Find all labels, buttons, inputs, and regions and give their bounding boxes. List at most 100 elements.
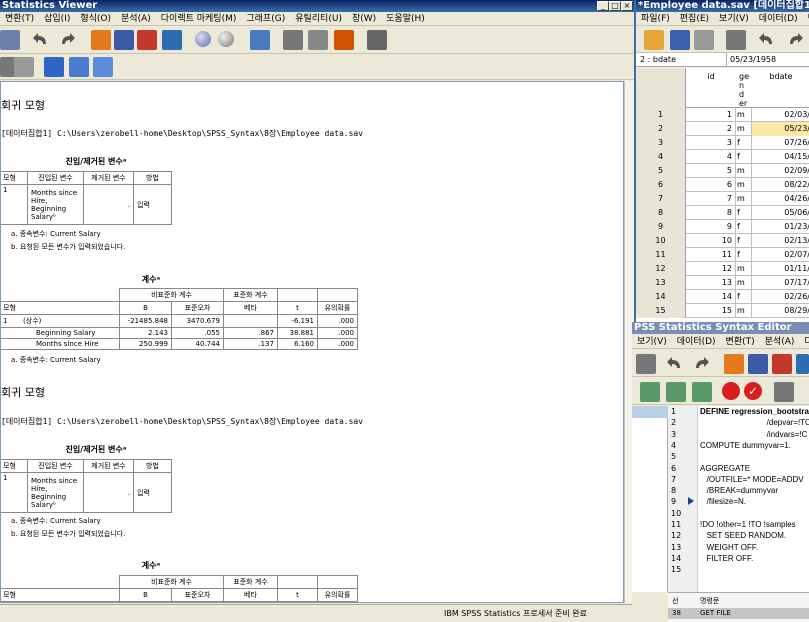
code-line[interactable]: /filesize=N.	[700, 497, 746, 506]
viewer-menu-item[interactable]: 분석(A)	[116, 14, 156, 24]
table-row[interactable]: 15 15 m 08/29/	[636, 304, 809, 318]
se-menu-item[interactable]: 다이렉트 마케팅	[799, 337, 809, 347]
cell-id[interactable]: 14	[686, 290, 736, 304]
cell-id[interactable]: 2	[686, 122, 736, 136]
cell-gender[interactable]: f	[736, 150, 752, 164]
row-number[interactable]: 8	[636, 206, 686, 220]
cell-gender[interactable]: f	[736, 136, 752, 150]
row-number[interactable]: 3	[636, 136, 686, 150]
row-number[interactable]: 12	[636, 262, 686, 276]
bookmark-icon[interactable]	[774, 382, 794, 402]
cell-gender[interactable]: m	[736, 164, 752, 178]
cell-gender[interactable]: f	[736, 290, 752, 304]
cell-gender[interactable]: f	[736, 248, 752, 262]
maximize-button[interactable]: □	[609, 1, 621, 11]
script-icon[interactable]	[367, 30, 387, 50]
col-header-id[interactable]: id	[686, 72, 736, 81]
table-row[interactable]: 12 12 m 01/11/	[636, 262, 809, 276]
col-header-bdate[interactable]: bdate	[756, 72, 806, 81]
code-line[interactable]: /OUTFILE=* MODE=ADDV	[700, 475, 804, 484]
cell-bdate[interactable]: 05/23/	[752, 122, 809, 136]
cell-gender[interactable]: m	[736, 262, 752, 276]
cell-bdate[interactable]: 04/15/	[752, 150, 809, 164]
code-line[interactable]: WEIGHT OFF.	[700, 543, 758, 552]
col-header-gender[interactable]: ge nd er	[739, 72, 749, 108]
row-number[interactable]: 13	[636, 276, 686, 290]
cell-id[interactable]: 5	[686, 164, 736, 178]
redo-icon[interactable]	[58, 32, 76, 48]
sphere-gray-icon[interactable]	[218, 31, 234, 47]
variables-icon[interactable]	[772, 354, 792, 374]
outdent-icon[interactable]	[666, 382, 686, 402]
goto-data-icon[interactable]	[724, 354, 744, 374]
cell-gender[interactable]: m	[736, 304, 752, 318]
cell-gender[interactable]: f	[736, 206, 752, 220]
undo-icon[interactable]	[666, 356, 684, 372]
cell-gender[interactable]: f	[736, 220, 752, 234]
cell-gender[interactable]: m	[736, 108, 752, 122]
undo-icon[interactable]	[758, 32, 776, 48]
cell-bdate[interactable]: 02/13/	[752, 234, 809, 248]
table-row[interactable]: 13 13 m 07/17/	[636, 276, 809, 290]
table-row[interactable]: 6 6 m 08/22/	[636, 178, 809, 192]
viewer-menu-item[interactable]: 다이렉트 마케팅(M)	[156, 14, 242, 24]
cell-gender[interactable]: m	[736, 122, 752, 136]
weight-icon[interactable]	[283, 30, 303, 50]
code-line[interactable]: /depvar=!TO	[700, 418, 809, 427]
table-row[interactable]: 3 3 f 07/26/	[636, 136, 809, 150]
cell-id[interactable]: 15	[686, 304, 736, 318]
viewer-menu-item[interactable]: 삽입(I)	[39, 14, 75, 24]
de-menu-item[interactable]: 변환	[803, 14, 809, 24]
se-menu-item[interactable]: 분석(A)	[760, 337, 800, 347]
de-menu-item[interactable]: 파일(F)	[636, 14, 675, 24]
row-number[interactable]: 9	[636, 220, 686, 234]
cell-bdate[interactable]: 02/07/	[752, 248, 809, 262]
cell-id[interactable]: 1	[686, 108, 736, 122]
insert-title-icon[interactable]	[69, 57, 89, 77]
table-row[interactable]: 5 5 m 02/09/	[636, 164, 809, 178]
variables-icon[interactable]	[137, 30, 157, 50]
chart-icon[interactable]	[162, 30, 182, 50]
redo-icon[interactable]	[692, 356, 710, 372]
viewer-menu-item[interactable]: 창(W)	[347, 14, 381, 24]
cell-bdate[interactable]: 07/26/	[752, 136, 809, 150]
print-icon[interactable]	[694, 30, 714, 50]
goto-case-icon[interactable]	[114, 30, 134, 50]
indent-icon[interactable]	[640, 382, 660, 402]
row-number[interactable]: 5	[636, 164, 686, 178]
recall-dialog-icon[interactable]	[636, 354, 656, 374]
viewer-menu-item[interactable]: 변환(T)	[0, 14, 39, 24]
cell-value-input[interactable]: 05/23/1958	[726, 53, 809, 66]
run-check-icon[interactable]: ✓	[744, 382, 762, 400]
code-line[interactable]: SET SEED RANDOM.	[700, 531, 786, 540]
cell-bdate[interactable]: 07/17/	[752, 276, 809, 290]
cell-id[interactable]: 7	[686, 192, 736, 206]
row-number[interactable]: 10	[636, 234, 686, 248]
code-line[interactable]: DEFINE regression_bootstrap (	[700, 407, 809, 416]
recall-dialog-icon[interactable]	[726, 30, 746, 50]
row-number[interactable]: 2	[636, 122, 686, 136]
row-number[interactable]: 1	[636, 108, 686, 122]
table-row[interactable]: 10 10 f 02/13/	[636, 234, 809, 248]
row-number[interactable]: 7	[636, 192, 686, 206]
code-area[interactable]: DEFINE regression_bootstrap ( /depvar=!T…	[698, 406, 809, 592]
cell-id[interactable]: 6	[686, 178, 736, 192]
cell-id[interactable]: 4	[686, 150, 736, 164]
row-number[interactable]: 4	[636, 150, 686, 164]
cell-bdate[interactable]: 02/09/	[752, 164, 809, 178]
cell-bdate[interactable]: 05/06/	[752, 206, 809, 220]
se-menu-item[interactable]: 변환(T)	[721, 337, 760, 347]
viewer-menu-item[interactable]: 그래프(G)	[241, 14, 290, 24]
de-menu-item[interactable]: 데이터(D)	[754, 14, 803, 24]
goto-data-icon[interactable]	[91, 30, 111, 50]
cell-bdate[interactable]: 01/23/	[752, 220, 809, 234]
row-number[interactable]: 15	[636, 304, 686, 318]
cell-bdate[interactable]: 08/22/	[752, 178, 809, 192]
cell-id[interactable]: 10	[686, 234, 736, 248]
open-icon[interactable]	[0, 30, 20, 50]
cell-id[interactable]: 13	[686, 276, 736, 290]
nav-selected-row[interactable]	[632, 406, 668, 418]
goto-case-icon[interactable]	[748, 354, 768, 374]
cell-id[interactable]: 8	[686, 206, 736, 220]
cell-gender[interactable]: m	[736, 276, 752, 290]
